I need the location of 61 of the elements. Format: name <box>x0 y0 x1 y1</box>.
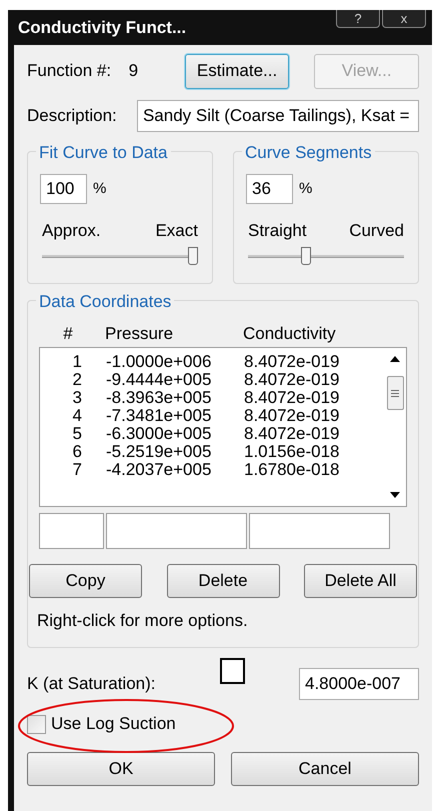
unit-label: % <box>93 178 106 199</box>
table-cell-text: -5.2519e+005 <box>105 443 212 461</box>
checkbox[interactable] <box>27 714 46 734</box>
description-field[interactable]: Sandy Silt (Coarse Tailings), Ksat = <box>136 100 419 132</box>
table-cell-text: -4.2037e+005 <box>105 461 212 479</box>
action-button[interactable]: Delete <box>166 564 280 598</box>
slider[interactable] <box>248 246 404 268</box>
description-label: Description: <box>27 105 118 128</box>
table-cell-text: 7 <box>72 461 83 479</box>
slider-max-label: Curved <box>349 220 404 242</box>
action-button[interactable]: Copy <box>29 564 142 598</box>
slider[interactable] <box>42 246 198 268</box>
table-cell-text: 1.0156e-018 <box>244 443 340 461</box>
entry-field[interactable] <box>249 513 390 549</box>
table-cell-text: -6.3000e+005 <box>105 425 212 443</box>
table-cell-text: 2 <box>72 371 83 389</box>
table-cell-text: -1.0000e+006 <box>105 353 212 371</box>
table-cell-text: 8.4072e-019 <box>244 425 340 443</box>
slider-min-label: Straight <box>248 220 307 242</box>
slider-min-label: Approx. <box>42 220 101 242</box>
table-cell-text: -7.3481e+005 <box>105 407 212 425</box>
table-cell-text: 8.4072e-019 <box>244 389 340 407</box>
help-button[interactable]: ? <box>336 10 380 28</box>
color-swatch[interactable] <box>220 658 245 684</box>
slider-thumb[interactable] <box>188 246 198 264</box>
checkbox-label: Use Log Suction <box>51 713 176 736</box>
ok-button[interactable]: OK <box>27 752 215 786</box>
close-button[interactable]: x <box>382 10 426 28</box>
column-header: Pressure <box>104 323 174 343</box>
hint-text: Right-click for more options. <box>37 610 249 632</box>
table-cell-text: 6 <box>72 443 83 461</box>
window-title: Conductivity Funct... <box>18 16 186 39</box>
k-saturation-field[interactable]: 4.8000e-007 <box>299 668 419 700</box>
table-cell-text: -8.3963e+005 <box>105 389 212 407</box>
table-cell-text: 3 <box>72 389 83 407</box>
action-button[interactable]: Delete All <box>304 564 417 598</box>
scroll-up-icon[interactable] <box>390 356 400 362</box>
entry-field[interactable] <box>106 513 247 549</box>
table-cell-text: -9.4444e+005 <box>105 371 212 389</box>
unit-label: % <box>299 178 312 199</box>
function-number-value: 9 <box>128 60 140 82</box>
table-cell-text: 4 <box>72 407 83 425</box>
entry-field[interactable] <box>39 513 104 549</box>
column-header: # <box>62 323 74 343</box>
table-cell-text: 8.4072e-019 <box>244 407 340 425</box>
percent-field[interactable]: 100 <box>40 174 87 204</box>
scroll-down-icon[interactable] <box>390 492 400 498</box>
table-cell-text: 8.4072e-019 <box>244 353 340 371</box>
cancel-button[interactable]: Cancel <box>231 752 419 786</box>
slider-max-label: Exact <box>155 220 198 242</box>
table-cell-text: 5 <box>72 425 83 443</box>
function-number-label: Function #: <box>27 60 112 82</box>
table-cell-text: 1 <box>72 353 83 371</box>
table-cell-text: 8.4072e-019 <box>244 371 340 389</box>
slider-thumb[interactable] <box>300 246 311 264</box>
column-header: Conductivity <box>243 323 337 343</box>
estimate-button[interactable]: Estimate... <box>184 54 290 88</box>
k-saturation-label: K (at Saturation): <box>27 672 157 694</box>
percent-field[interactable]: 36 <box>246 174 293 204</box>
scroll-thumb[interactable] <box>386 376 404 410</box>
table-cell-text: 1.6780e-018 <box>244 461 340 479</box>
